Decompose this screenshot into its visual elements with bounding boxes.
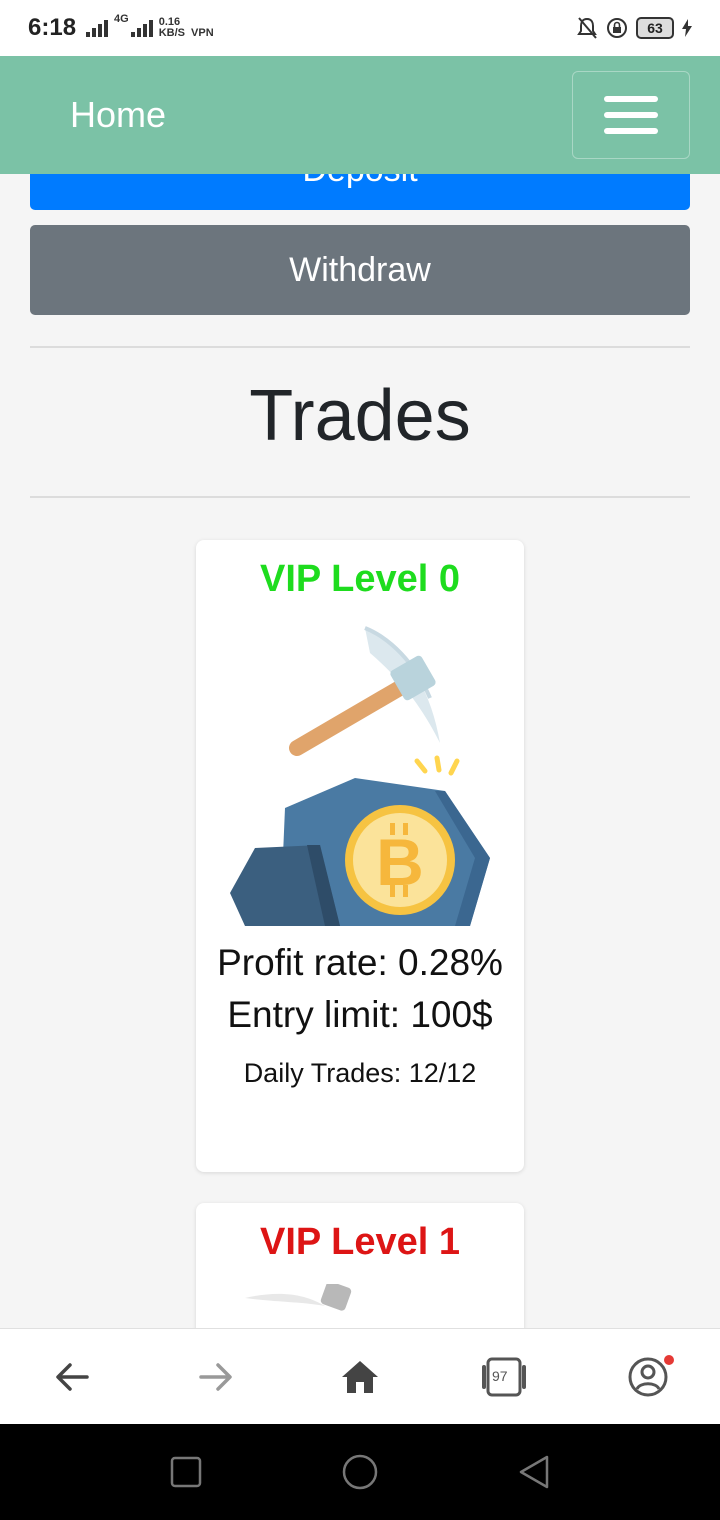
network-type: 4G: [114, 13, 129, 25]
battery-indicator: 63: [636, 17, 674, 39]
entry-limit: Entry limit: 100$: [227, 994, 493, 1035]
hamburger-icon[interactable]: [572, 71, 690, 159]
lock-rotation-icon: [607, 18, 627, 38]
signal-2-icon: [130, 19, 153, 37]
tabs-icon[interactable]: 97: [468, 1341, 540, 1413]
back-arrow-icon[interactable]: [36, 1341, 108, 1413]
charging-icon: [682, 19, 692, 37]
system-nav-bar: [0, 1424, 720, 1520]
status-time: 6:18: [28, 14, 77, 41]
browser-toolbar: 97: [0, 1328, 720, 1424]
app-navbar: Home: [0, 56, 720, 174]
back-triangle-icon[interactable]: [518, 1455, 550, 1489]
vip-title: VIP Level 1: [260, 1221, 460, 1263]
recents-icon[interactable]: [170, 1456, 202, 1488]
vip-title: VIP Level 0: [260, 558, 460, 600]
divider-top: [30, 346, 690, 348]
vpn-label: VPN: [191, 26, 214, 39]
bell-off-icon: [577, 17, 597, 39]
withdraw-button[interactable]: Withdraw: [30, 225, 690, 315]
signal-icon: [86, 19, 109, 37]
home-icon[interactable]: [324, 1341, 396, 1413]
network-speed: 0.16 KB/S: [159, 17, 185, 39]
home-circle-icon[interactable]: [341, 1453, 379, 1491]
svg-text:B: B: [376, 825, 424, 899]
vip-card-level-0[interactable]: VIP Level 0 B Profit rate: 0.28% Entry l…: [196, 540, 524, 1172]
section-title: Trades: [249, 376, 471, 456]
forward-arrow-icon[interactable]: [180, 1341, 252, 1413]
navbar-brand[interactable]: Home: [70, 94, 166, 136]
notification-dot: [664, 1354, 674, 1365]
daily-trades: Daily Trades: 12/12: [243, 1058, 477, 1088]
bitcoin-mining-icon: B: [230, 626, 490, 926]
account-icon[interactable]: [612, 1341, 684, 1413]
tab-count: 97: [492, 1367, 508, 1384]
divider-bottom: [30, 496, 690, 498]
status-bar: 6:18 4G 0.16 KB/S VPN 63: [0, 0, 720, 56]
profit-rate: Profit rate: 0.28%: [217, 942, 503, 983]
speed-unit: KB/S: [158, 27, 186, 39]
